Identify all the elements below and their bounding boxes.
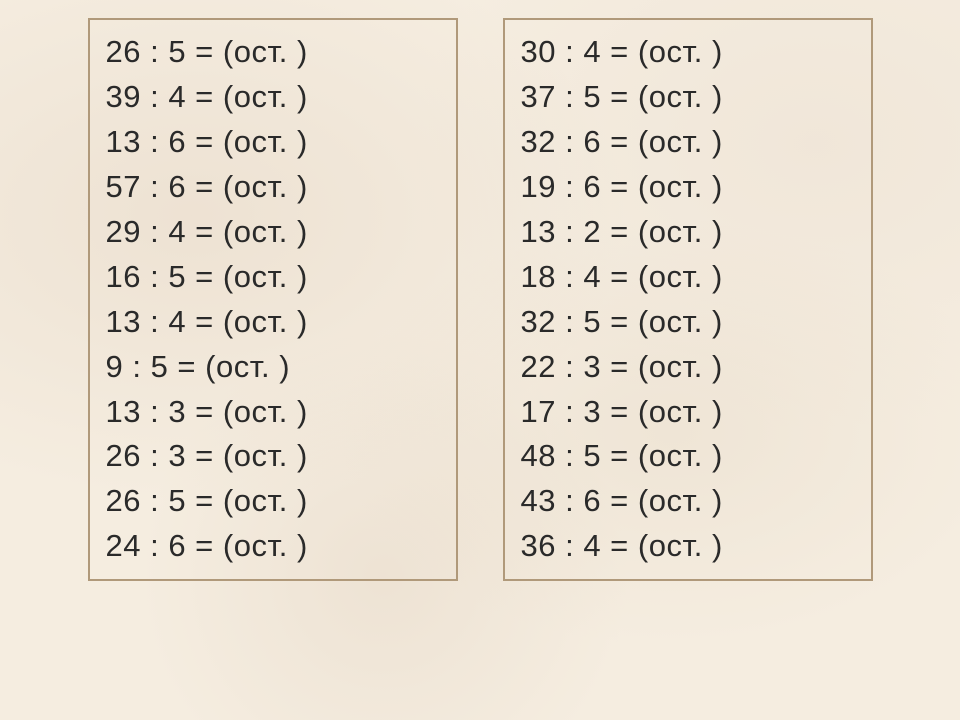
problem-row: 32 : 6 = (ост. ) xyxy=(521,120,851,165)
problem-row: 57 : 6 = (ост. ) xyxy=(106,165,436,210)
left-problem-panel: 26 : 5 = (ост. ) 39 : 4 = (ост. ) 13 : 6… xyxy=(88,18,458,581)
problem-row: 26 : 5 = (ост. ) xyxy=(106,30,436,75)
problem-row: 32 : 5 = (ост. ) xyxy=(521,300,851,345)
problem-row: 39 : 4 = (ост. ) xyxy=(106,75,436,120)
problem-row: 29 : 4 = (ост. ) xyxy=(106,210,436,255)
problem-row: 22 : 3 = (ост. ) xyxy=(521,345,851,390)
problem-row: 16 : 5 = (ост. ) xyxy=(106,255,436,300)
right-problem-panel: 30 : 4 = (ост. ) 37 : 5 = (ост. ) 32 : 6… xyxy=(503,18,873,581)
problem-row: 26 : 3 = (ост. ) xyxy=(106,434,436,479)
problem-row: 19 : 6 = (ост. ) xyxy=(521,165,851,210)
problem-row: 48 : 5 = (ост. ) xyxy=(521,434,851,479)
problem-row: 30 : 4 = (ост. ) xyxy=(521,30,851,75)
problem-row: 13 : 6 = (ост. ) xyxy=(106,120,436,165)
problem-row: 37 : 5 = (ост. ) xyxy=(521,75,851,120)
problem-row: 13 : 4 = (ост. ) xyxy=(106,300,436,345)
problem-row: 24 : 6 = (ост. ) xyxy=(106,524,436,569)
problem-row: 17 : 3 = (ост. ) xyxy=(521,390,851,435)
problem-row: 26 : 5 = (ост. ) xyxy=(106,479,436,524)
problem-row: 9 : 5 = (ост. ) xyxy=(106,345,436,390)
problem-row: 13 : 2 = (ост. ) xyxy=(521,210,851,255)
problem-row: 43 : 6 = (ост. ) xyxy=(521,479,851,524)
problem-row: 13 : 3 = (ост. ) xyxy=(106,390,436,435)
problem-row: 36 : 4 = (ост. ) xyxy=(521,524,851,569)
problem-row: 18 : 4 = (ост. ) xyxy=(521,255,851,300)
